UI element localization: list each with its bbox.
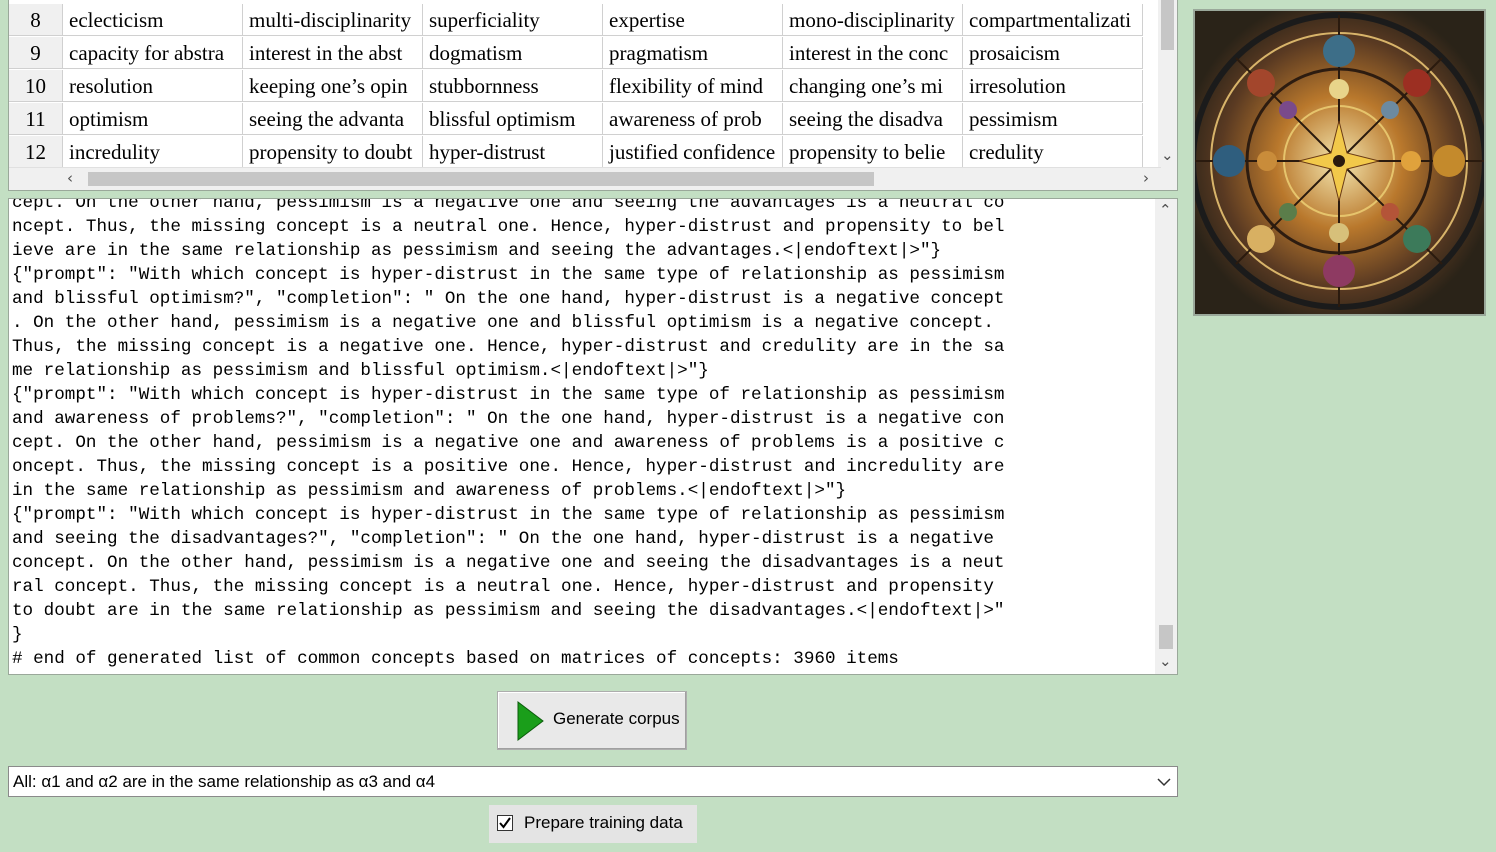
grid-cell[interactable]: incredulity [63,136,243,168]
textarea-scroll-thumb[interactable] [1159,625,1173,649]
checkbox-box[interactable] [497,815,513,831]
grid-cell[interactable]: justified confidence [603,136,783,168]
generate-corpus-button[interactable]: Generate corpus [497,691,687,750]
grid-cell[interactable]: changing one’s mi [783,70,963,102]
prepare-training-data-checkbox[interactable]: Prepare training data [489,805,697,843]
grid-cell[interactable]: awareness of prob [603,103,783,135]
row-number: 10 [9,70,63,102]
memo-line: ieve are in the same relationship as pes… [12,241,942,261]
grid-vertical-scroll-thumb[interactable] [1161,0,1174,50]
memo-line: cept. On the other hand, pessimism is a … [12,433,1005,453]
relation-type-value: All: α1 and α2 are in the same relations… [13,772,436,791]
grid-cell[interactable]: mono-disciplinarity [783,4,963,36]
grid-cell[interactable]: credulity [963,136,1143,168]
memo-line: Thus, the missing concept is a negative … [12,337,1005,357]
memo-line: ral concept. Thus, the missing concept i… [12,577,994,597]
grid-cell[interactable]: hyper-distrust [423,136,603,168]
table-row[interactable]: 10 resolution keeping one’s opin stubbor… [9,70,1161,103]
grid-cell[interactable]: flexibility of mind [603,70,783,102]
memo-line: me relationship as pessimism and blissfu… [12,361,709,381]
grid-cell[interactable]: keeping one’s opin [243,70,423,102]
table-row[interactable]: 9 capacity for abstra interest in the ab… [9,37,1161,70]
table-row[interactable]: 12 incredulity propensity to doubt hyper… [9,136,1161,168]
memo-line: cept. On the other hand, pessimism is a … [12,198,1005,213]
memo-line: } [12,625,23,645]
grid-cell[interactable]: compartmentalizati [963,4,1143,36]
scrollbar-corner [1158,168,1177,190]
row-number: 9 [9,37,63,69]
grid-cell[interactable]: optimism [63,103,243,135]
grid-cell[interactable]: interest in the abst [243,37,423,69]
grid-horizontal-scroll-thumb[interactable] [88,172,874,186]
grid-cell[interactable]: interest in the conc [783,37,963,69]
grid-cell[interactable]: irresolution [963,70,1143,102]
grid-cell[interactable]: superficiality [423,4,603,36]
memo-line: ncept. Thus, the missing concept is a ne… [12,217,1005,237]
grid-cell[interactable]: blissful optimism [423,103,603,135]
row-number: 12 [9,136,63,168]
generated-corpus-textarea[interactable]: cept. On the other hand, pessimism is a … [8,198,1178,675]
grid-cell[interactable]: dogmatism [423,37,603,69]
scroll-down-icon[interactable]: ⌄ [1161,148,1174,163]
scroll-down-icon[interactable]: ⌄ [1159,654,1172,669]
grid-cell[interactable]: stubbornness [423,70,603,102]
grid-cell[interactable]: resolution [63,70,243,102]
grid-cell[interactable]: expertise [603,4,783,36]
row-number: 8 [9,4,63,36]
grid-horizontal-scrollbar[interactable]: ‹ › [9,167,1161,190]
memo-line: and seeing the disadvantages?", "complet… [12,529,994,549]
concept-grid[interactable]: 8 eclecticism multi-disciplinarity super… [8,0,1178,191]
grid-cell[interactable]: eclecticism [63,4,243,36]
row-number: 11 [9,103,63,135]
grid-cell[interactable]: propensity to doubt [243,136,423,168]
grid-vertical-scrollbar[interactable]: ⌄ [1158,0,1177,168]
memo-line: # end of generated list of common concep… [12,649,899,669]
table-row[interactable]: 11 optimism seeing the advanta blissful … [9,103,1161,136]
memo-line: to doubt are in the same relationship as… [12,601,1005,621]
scroll-up-icon[interactable]: ⌃ [1159,203,1172,218]
scroll-left-icon[interactable]: ‹ [67,171,73,186]
mandala-artwork-image [1193,9,1486,316]
table-row[interactable]: 8 eclecticism multi-disciplinarity super… [9,4,1161,37]
memo-line: . On the other hand, pessimism is a nega… [12,313,994,333]
memo-line: {"prompt": "With which concept is hyper-… [12,505,1005,525]
textarea-vertical-scrollbar[interactable]: ⌃ ⌄ [1155,199,1177,674]
generate-corpus-label: Generate corpus [553,709,680,728]
grid-cell[interactable]: capacity for abstra [63,37,243,69]
prepare-training-data-label: Prepare training data [524,813,683,832]
grid-cell[interactable]: pessimism [963,103,1143,135]
memo-line: in the same relationship as pessimism an… [12,481,847,501]
chevron-down-icon[interactable] [1157,775,1171,789]
scroll-right-icon[interactable]: › [1143,171,1149,186]
grid-cell[interactable]: prosaicism [963,37,1143,69]
memo-line: oncept. Thus, the missing concept is a p… [12,457,1005,477]
grid-cell[interactable]: seeing the disadva [783,103,963,135]
grid-cell[interactable]: multi-disciplinarity [243,4,423,36]
play-icon [517,701,544,741]
memo-line: {"prompt": "With which concept is hyper-… [12,265,1005,285]
grid-rows: 8 eclecticism multi-disciplinarity super… [9,0,1161,168]
checkmark-icon [499,817,511,829]
relation-type-select[interactable]: All: α1 and α2 are in the same relations… [8,766,1178,797]
grid-cell[interactable]: seeing the advanta [243,103,423,135]
grid-cell[interactable]: pragmatism [603,37,783,69]
memo-line: and awareness of problems?", "completion… [12,409,1005,429]
memo-lines: cept. On the other hand, pessimism is a … [12,198,1154,671]
grid-cell[interactable]: propensity to belie [783,136,963,168]
memo-line: {"prompt": "With which concept is hyper-… [12,385,1005,405]
memo-line: concept. On the other hand, pessimism is… [12,553,1005,573]
memo-line: and blissful optimism?", "completion": "… [12,289,1005,309]
